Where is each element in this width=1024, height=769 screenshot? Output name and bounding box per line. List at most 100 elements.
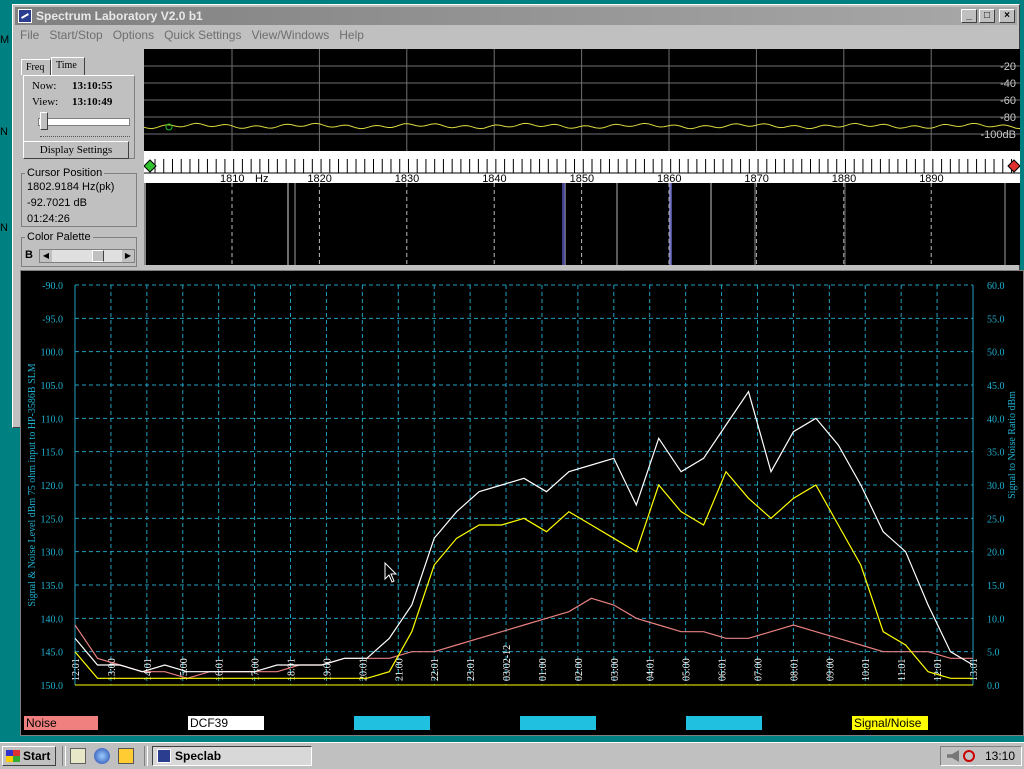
series-line-dcf39 [74, 390, 974, 673]
legend-empty-slot[interactable] [686, 716, 762, 730]
right-axis-tick-label: 25.0 [987, 514, 1005, 525]
desktop-icon-label: M [0, 34, 10, 46]
legend-dcf39[interactable]: DCF39 [188, 716, 264, 730]
internet-explorer-icon[interactable] [94, 748, 110, 764]
right-marker-icon [1007, 159, 1021, 173]
display-settings-button[interactable]: Display Settings [23, 141, 129, 159]
volume-icon[interactable] [947, 750, 959, 762]
palette-scroll-thumb[interactable] [92, 250, 104, 262]
maximize-button[interactable]: □ [979, 9, 995, 23]
spectrum-db-label: -20 [1000, 61, 1016, 73]
frequency-ruler[interactable]: 1810 1820 1830 1840 1850 1860 1870 1880 1890 Hz [143, 151, 1021, 185]
legend-signal-noise[interactable]: Signal/Noise [852, 716, 928, 730]
time-tick-label: 18:01 [287, 658, 298, 681]
frequency-label: 1830 [395, 173, 419, 183]
windows-flag-icon [6, 750, 20, 762]
right-axis-tick-label: 40.0 [987, 414, 1005, 425]
now-label: Now: [32, 80, 57, 92]
start-button[interactable]: Start [2, 746, 56, 766]
channels-icon[interactable] [118, 748, 134, 764]
spectrum-db-label: -100dB [981, 129, 1016, 141]
menu-view-windows[interactable]: View/Windows [246, 26, 334, 44]
time-tick-label: 01:00 [538, 658, 549, 681]
right-axis-tick-label: 0.0 [987, 681, 1000, 692]
waterfall-line [844, 183, 846, 265]
desktop-icon-label: N [0, 126, 8, 138]
series-line-noise [74, 597, 973, 679]
menu-options[interactable]: Options [108, 26, 159, 44]
tab-freq[interactable]: Freq [21, 59, 51, 75]
legend-empty-slot[interactable] [354, 716, 430, 730]
time-tick-label: 11:01 [897, 659, 908, 681]
frequency-label: 1860 [657, 173, 681, 183]
left-axis-tick-label: 115.0 [41, 448, 63, 459]
taskbar-item-label: Speclab [175, 749, 222, 763]
legend-empty-slot[interactable] [520, 716, 596, 730]
minimize-button[interactable]: _ [961, 9, 977, 23]
time-tick-label: 21:00 [394, 658, 405, 681]
time-tick-label: 13:01 [969, 658, 980, 681]
menu-quick-settings[interactable]: Quick Settings [159, 26, 246, 44]
taskbar-item-speclab[interactable]: Speclab [152, 746, 312, 766]
palette-scrollbar[interactable]: ◀ ▶ [39, 249, 135, 263]
legend-noise[interactable]: Noise [24, 716, 98, 730]
taskbar-separator [144, 746, 148, 766]
time-tick-label: 03/02-12 [502, 645, 513, 681]
title-bar[interactable]: Spectrum Laboratory V2.0 b1 _ □ × [15, 7, 1017, 25]
spectrum-db-label: -80 [1000, 112, 1016, 124]
waterfall-line [294, 183, 296, 265]
time-tick-label: 04:01 [646, 658, 657, 681]
time-tick-label: 23:01 [466, 658, 477, 681]
waterfall-line [754, 183, 756, 265]
right-axis-tick-label: 60.0 [987, 281, 1005, 292]
spectrum-db-label: -40 [1000, 78, 1016, 90]
waterfall-line [562, 183, 565, 265]
cursor-level: -92.7021 dB [27, 197, 87, 209]
spectrum-graph[interactable]: -20 -40 -60 -80 -100dB [143, 49, 1021, 151]
frequency-label: 1820 [307, 173, 331, 183]
watch-list-chart-window[interactable]: -90.0 -95.0 100.0 105.0 110.0 115.0 120.0 125.0… [20, 270, 1024, 736]
clock[interactable]: 13:10 [985, 749, 1015, 763]
menu-file[interactable]: File [15, 26, 44, 44]
speclab-app-icon [157, 749, 171, 763]
waterfall-plot[interactable] [144, 183, 1020, 265]
frequency-label: 1880 [832, 173, 856, 183]
tab-time[interactable]: Time [51, 57, 85, 75]
time-tick-label: 22:01 [430, 658, 441, 681]
right-axis-tick-label: 45.0 [987, 381, 1005, 392]
cursor-position-title: Cursor Position [25, 167, 105, 179]
network-icon[interactable] [963, 750, 975, 762]
left-axis-tick-label: 105.0 [41, 381, 64, 392]
close-button[interactable]: × [999, 9, 1015, 23]
right-axis-label: Signal to Noise Ratio dBm [1007, 391, 1018, 499]
menu-start-stop[interactable]: Start/Stop [44, 26, 107, 44]
window-title: Spectrum Laboratory V2.0 b1 [36, 9, 203, 23]
color-palette-title: Color Palette [25, 231, 93, 243]
waterfall-line [710, 183, 712, 265]
time-tick-label: 03:00 [610, 658, 621, 681]
frequency-scale[interactable]: 1810 1820 1830 1840 1850 1860 1870 1880 1890 Hz [143, 151, 1021, 185]
left-axis-label: Signal & Noise Level dBm 75 ohm input to… [27, 363, 38, 606]
left-axis-tick-label: 120.0 [41, 481, 64, 492]
time-tick-label: 05:00 [682, 658, 693, 681]
spectrum-plot[interactable]: -20 -40 -60 -80 -100dB [143, 49, 1021, 151]
time-tick-label: 12:01 [71, 658, 82, 681]
left-axis-tick-label: -90.0 [42, 281, 63, 292]
app-icon[interactable] [18, 9, 32, 23]
show-desktop-icon[interactable] [70, 748, 86, 764]
spectrum-db-label: -60 [1000, 95, 1016, 107]
left-axis-tick-label: 110.0 [41, 414, 63, 425]
right-axis-tick-label: 50.0 [987, 348, 1005, 359]
waterfall-display[interactable] [144, 183, 1020, 265]
signal-noise-chart[interactable]: -90.0 -95.0 100.0 105.0 110.0 115.0 120.0 125.0… [21, 271, 1023, 735]
scroll-right-icon[interactable]: ▶ [122, 250, 134, 262]
right-axis-tick-label: 10.0 [987, 614, 1005, 625]
menu-help[interactable]: Help [334, 26, 369, 44]
frequency-label: 1850 [570, 173, 594, 183]
frequency-label: 1890 [919, 173, 943, 183]
right-axis-tick-label: 20.0 [987, 548, 1005, 559]
time-trackbar-thumb[interactable] [40, 112, 48, 130]
frequency-label: 1870 [744, 173, 768, 183]
scroll-left-icon[interactable]: ◀ [40, 250, 52, 262]
time-trackbar[interactable] [38, 118, 130, 126]
